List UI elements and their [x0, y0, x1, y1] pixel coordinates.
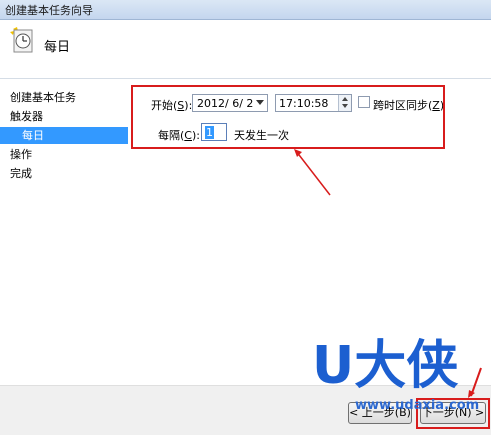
wizard-steps: 创建基本任务 触发器 每日 操作 完成 [0, 79, 130, 379]
title-bar: 创建基本任务向导 [0, 0, 491, 20]
step-label: 完成 [10, 167, 32, 180]
watermark-logo: U大侠 [312, 336, 459, 396]
step-trigger[interactable]: 触发器 [0, 108, 128, 125]
step-finish[interactable]: 完成 [0, 165, 128, 182]
step-label: 操作 [10, 148, 32, 161]
next-arrow-icon [468, 367, 482, 398]
step-label: 创建基本任务 [10, 91, 76, 104]
step-create-basic-task[interactable]: 创建基本任务 [0, 89, 128, 106]
step-action[interactable]: 操作 [0, 146, 128, 163]
watermark-url: www.udaxia.com [355, 398, 480, 413]
wizard-header: 每日 [0, 20, 491, 79]
annotation-arrow-icon [294, 149, 331, 196]
task-clock-icon [10, 27, 33, 53]
window-title: 创建基本任务向导 [5, 4, 93, 17]
page-title: 每日 [44, 40, 71, 55]
step-label: 触发器 [10, 110, 43, 123]
step-daily[interactable]: 每日 [0, 127, 128, 144]
annotation-highlight-box [131, 85, 445, 149]
step-label: 每日 [22, 129, 44, 142]
